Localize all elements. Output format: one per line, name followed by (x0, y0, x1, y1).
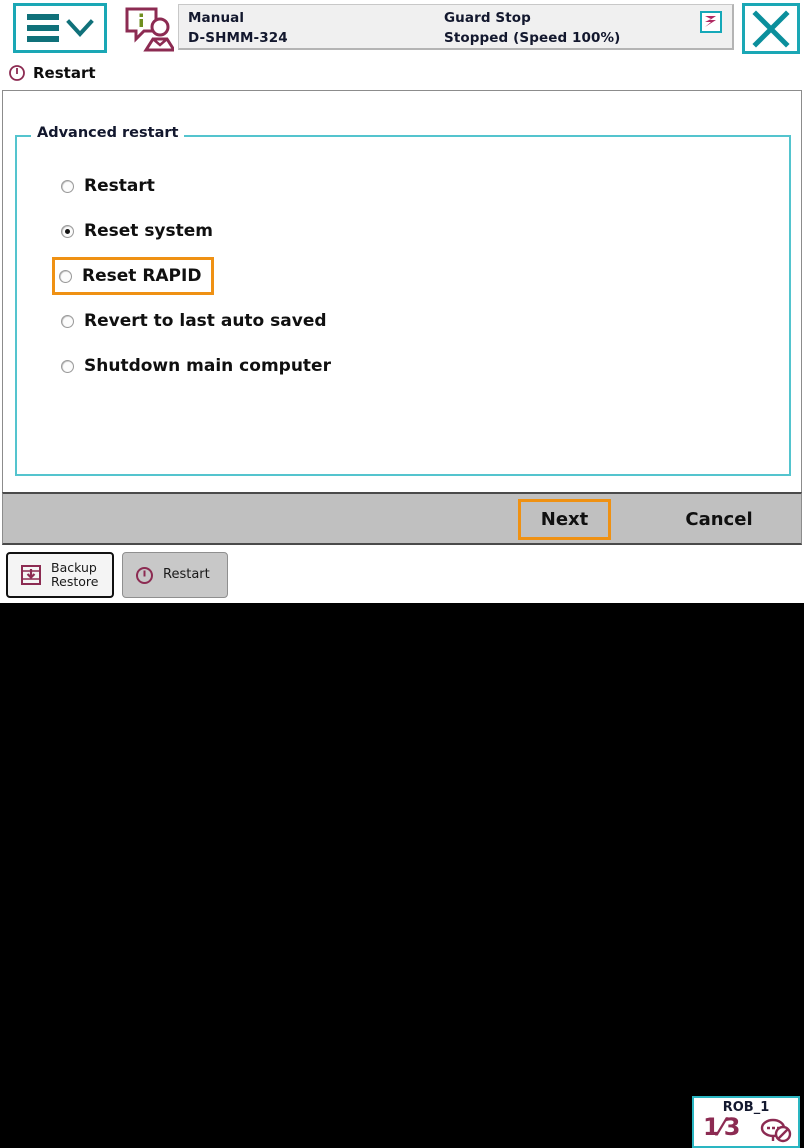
task-counter-numerator: 1 (703, 1113, 720, 1141)
radio-indicator-selected (61, 224, 74, 238)
radio-indicator (61, 359, 74, 373)
radio-label: Shutdown main computer (84, 356, 331, 376)
task-counter-denominator: 3 (723, 1113, 741, 1141)
radio-indicator (61, 314, 74, 328)
page-title: Restart (33, 64, 96, 82)
radio-option-revert-auto-saved[interactable]: Revert to last auto saved (55, 302, 335, 340)
restart-option-list: Restart Reset system Reset RAPID Revert … (52, 167, 339, 392)
operating-mode-text: Manual (188, 10, 245, 26)
power-restart-icon (136, 566, 153, 584)
advanced-restart-group: Advanced restart Restart Reset system Re… (15, 125, 791, 476)
rapid-execution-icon (700, 11, 722, 33)
radio-option-restart[interactable]: Restart (55, 167, 163, 205)
taskbar-label-line1: Backup (51, 559, 97, 575)
cancel-button[interactable]: Cancel (663, 499, 775, 540)
content-area: Advanced restart Restart Reset system Re… (2, 90, 802, 492)
radio-label: Reset RAPID (82, 266, 202, 286)
chevron-down-icon (65, 19, 94, 37)
taskbar-item-backup-restore[interactable]: Backup Restore (6, 552, 114, 598)
radio-label: Revert to last auto saved (84, 311, 327, 331)
group-legend: Advanced restart (31, 125, 185, 141)
taskbar-item-label: Backup Restore (51, 559, 99, 590)
power-restart-icon (9, 65, 25, 81)
motors-off-icon (760, 1118, 792, 1143)
radio-option-reset-rapid[interactable]: Reset RAPID (52, 257, 215, 295)
backup-restore-icon (21, 565, 41, 585)
run-state-text: Stopped (Speed 100%) (444, 30, 621, 46)
robot-status-widget[interactable]: ROB_1 1⁄3 (692, 1096, 800, 1148)
taskbar-item-label: Restart (163, 566, 210, 582)
main-menu-button[interactable] (13, 3, 107, 53)
page-title-bar: Restart (0, 58, 804, 88)
close-icon (752, 9, 790, 48)
radio-option-reset-system[interactable]: Reset system (55, 212, 221, 250)
action-bar: Next Cancel (2, 492, 802, 545)
radio-indicator (59, 269, 72, 283)
close-button[interactable] (742, 3, 800, 54)
hamburger-menu-icon (26, 14, 59, 42)
radio-label: Reset system (84, 221, 214, 241)
system-id-text: D-SHMM-324 (188, 30, 288, 46)
radio-label: Restart (84, 176, 155, 196)
taskbar-item-restart[interactable]: Restart (122, 552, 228, 598)
taskbar-label-line2: Restore (51, 574, 99, 589)
flexpendant-screen: Manual D-SHMM-324 Guard Stop Stopped (Sp… (0, 0, 804, 1148)
status-panel[interactable]: Manual D-SHMM-324 Guard Stop Stopped (Sp… (178, 4, 734, 50)
safety-state-text: Guard Stop (444, 10, 531, 26)
radio-option-shutdown-main-computer[interactable]: Shutdown main computer (55, 347, 339, 385)
next-button[interactable]: Next (518, 499, 611, 540)
info-user-icon[interactable] (124, 5, 174, 53)
radio-indicator (61, 179, 74, 193)
taskbar: Backup Restore Restart ROB_1 1⁄3 (0, 548, 804, 1148)
header-bar: Manual D-SHMM-324 Guard Stop Stopped (Sp… (0, 0, 804, 58)
robot-task-counter: 1⁄3 (703, 1113, 741, 1141)
